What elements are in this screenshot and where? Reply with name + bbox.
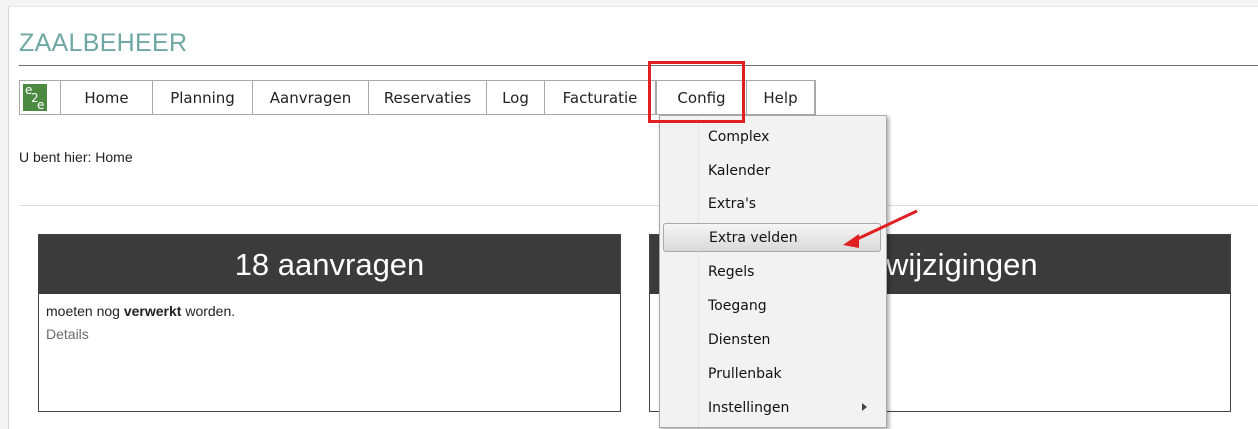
app-title: ZAALBEHEER — [19, 29, 188, 57]
card-body: moeten nog verwerkt worden. Details — [39, 294, 620, 351]
logo-glyph: e — [37, 98, 45, 112]
card-text-bold: verwerkt — [123, 303, 182, 319]
nav-home[interactable]: Home — [61, 81, 153, 114]
submenu-arrow-icon — [862, 403, 867, 411]
nav-help[interactable]: Help — [747, 81, 815, 114]
nav-facturatie[interactable]: Facturatie — [545, 81, 656, 114]
card-text-prefix: moeten nog — [46, 303, 124, 319]
menu-item-instellingen[interactable]: Instellingen — [663, 393, 881, 422]
nav-reservaties[interactable]: Reservaties — [369, 81, 487, 114]
nav-planning[interactable]: Planning — [153, 81, 253, 114]
menu-item-prullenbak[interactable]: Prullenbak — [663, 359, 881, 388]
menu-item-complex[interactable]: Complex — [663, 122, 881, 151]
card-text-suffix: worden. — [181, 303, 236, 319]
card-aanvragen: 18 aanvragen moeten nog verwerkt worden.… — [38, 234, 621, 412]
menu-item-toegang[interactable]: Toegang — [663, 291, 881, 320]
menu-item-regels[interactable]: Regels — [663, 257, 881, 286]
breadcrumb-divider — [19, 205, 1258, 206]
menu-item-kalender[interactable]: Kalender — [663, 156, 881, 185]
app-logo-icon[interactable]: e 2 e — [20, 81, 61, 114]
details-link[interactable]: Details — [46, 326, 613, 342]
config-dropdown-menu: Complex Kalender Extra's Extra velden Re… — [659, 115, 887, 428]
card-title: 18 aanvragen — [39, 235, 620, 294]
menu-item-diensten[interactable]: Diensten — [663, 325, 881, 354]
nav-aanvragen[interactable]: Aanvragen — [253, 81, 369, 114]
menu-item-label: Instellingen — [708, 399, 790, 416]
breadcrumb: U bent hier: Home — [19, 149, 133, 165]
title-divider — [19, 65, 1258, 66]
app-frame: ZAALBEHEER e 2 e Home Planning Aanvragen… — [8, 6, 1258, 429]
annotation-highlight-box — [648, 61, 745, 123]
annotation-arrow-icon — [843, 209, 918, 248]
nav-log[interactable]: Log — [487, 81, 545, 114]
